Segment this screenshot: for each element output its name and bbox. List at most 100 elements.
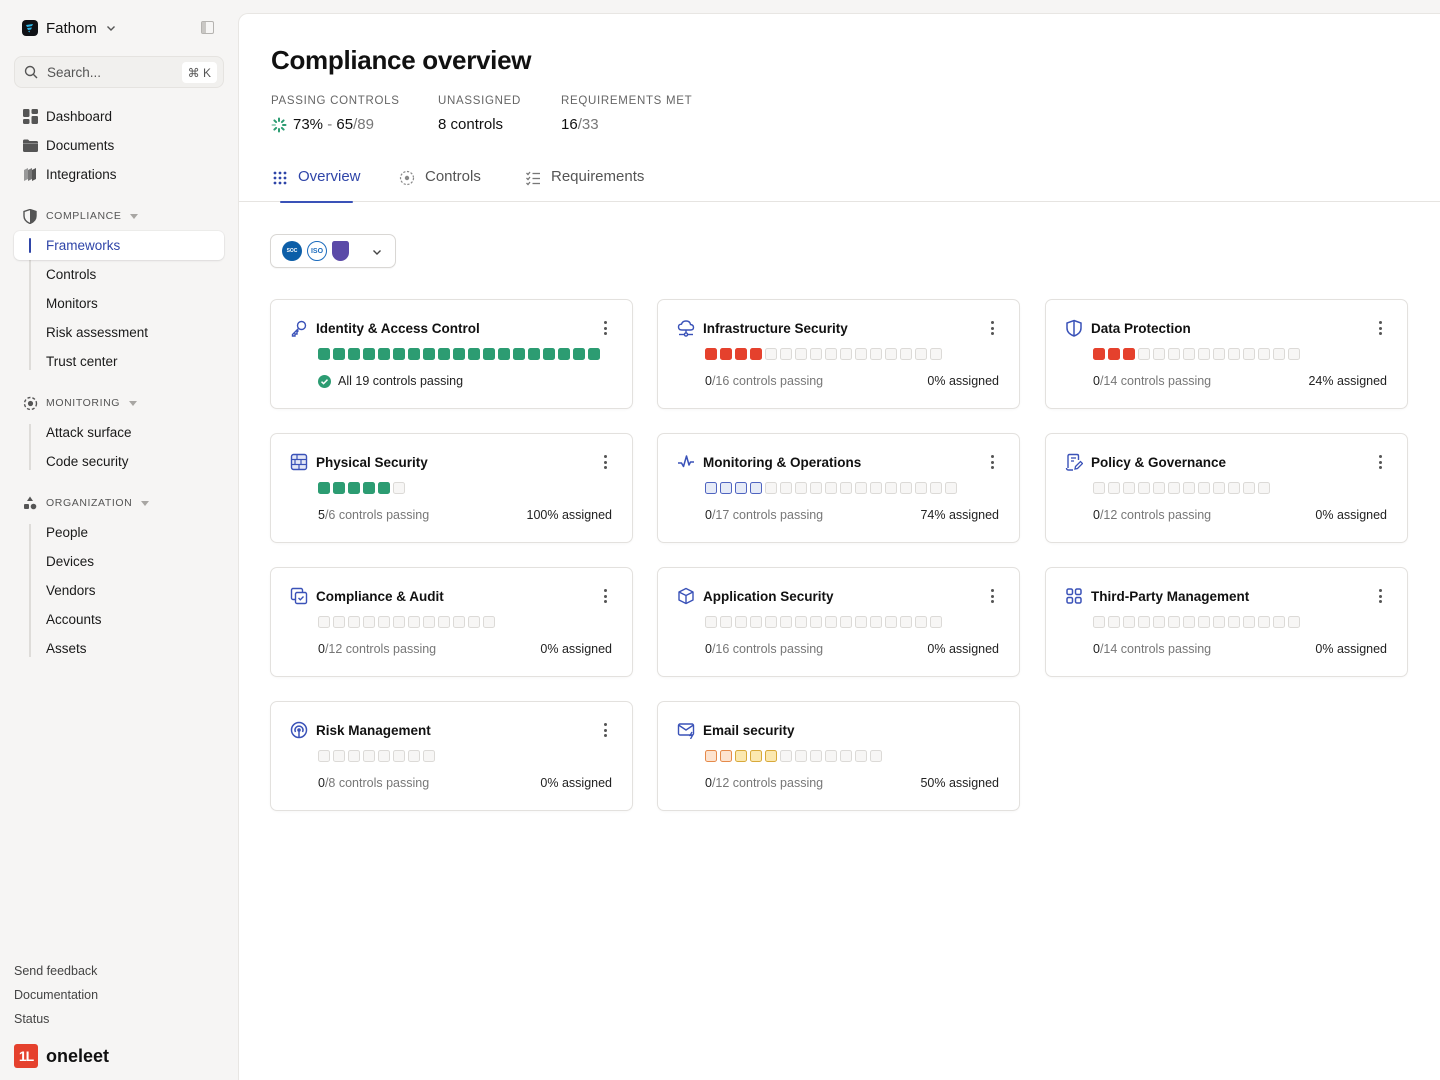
sidebar-item-integrations[interactable]: Integrations — [14, 161, 224, 187]
sidebar-item-people[interactable]: People — [14, 518, 224, 547]
control-segment-empty — [855, 616, 867, 628]
send-feedback-link[interactable]: Send feedback — [14, 964, 97, 978]
framework-card[interactable]: Identity & Access Control All 19 control… — [270, 299, 633, 409]
sidebar-item-label: Documents — [46, 137, 115, 153]
more-options-icon[interactable] — [989, 455, 995, 469]
sidebar-item-monitors[interactable]: Monitors — [14, 289, 224, 318]
more-options-icon[interactable] — [989, 321, 995, 335]
control-segment-empty — [1258, 616, 1270, 628]
assigned-percent: 0% assigned — [1315, 642, 1387, 656]
sidebar-item-documents[interactable]: Documents — [14, 132, 224, 158]
sidebar-item-controls[interactable]: Controls — [14, 260, 224, 289]
framework-card[interactable]: Third-Party Management 0/14 controls pas… — [1045, 567, 1408, 677]
search-input[interactable] — [47, 64, 167, 80]
framework-filter-dropdown[interactable]: SOC ISO — [270, 234, 396, 268]
framework-card[interactable]: Monitoring & Operations 0/17 controls pa… — [657, 433, 1020, 543]
controls-passing: 0/12 controls passing — [318, 642, 436, 656]
assigned-percent: 50% assigned — [920, 776, 999, 790]
sidebar-item-attack-surface[interactable]: Attack surface — [14, 418, 224, 447]
assigned-percent: 24% assigned — [1308, 374, 1387, 388]
assigned-percent: 100% assigned — [526, 508, 612, 522]
framework-card[interactable]: Email security 0/12 controls passing 50%… — [657, 701, 1020, 811]
control-segment-empty — [333, 750, 345, 762]
sidebar-item-vendors[interactable]: Vendors — [14, 576, 224, 605]
brand: 1L oneleet — [14, 1044, 109, 1068]
control-segment-pass — [498, 348, 510, 360]
tab-label: Controls — [425, 168, 481, 185]
control-segment-empty — [780, 348, 792, 360]
passing-total: /12 controls passing — [324, 642, 437, 656]
status-link[interactable]: Status — [14, 1012, 49, 1026]
documentation-link[interactable]: Documentation — [14, 988, 98, 1002]
control-segment-empty — [1198, 616, 1210, 628]
framework-card[interactable]: Infrastructure Security 0/16 controls pa… — [657, 299, 1020, 409]
more-options-icon[interactable] — [602, 723, 608, 737]
section-monitoring[interactable]: MONITORING — [14, 393, 224, 413]
brand-name: oneleet — [46, 1045, 110, 1066]
control-segment-fail — [1108, 348, 1120, 360]
stat-requirements-met: REQUIREMENTS MET 16 /33 — [561, 95, 692, 133]
control-segment-prog — [750, 482, 762, 494]
tab-overview[interactable]: Overview — [272, 168, 361, 203]
sidebar-item-accounts[interactable]: Accounts — [14, 605, 224, 634]
control-segment-empty — [780, 750, 792, 762]
control-segment-empty — [930, 348, 942, 360]
control-segment-empty — [810, 348, 822, 360]
control-segment-empty — [810, 750, 822, 762]
control-segment-empty — [795, 482, 807, 494]
requirements-total: /33 — [577, 116, 599, 133]
sidebar-item-code-security[interactable]: Code security — [14, 447, 224, 476]
control-segment-empty — [870, 348, 882, 360]
control-segment-warnY — [750, 750, 762, 762]
controls-passing: 0/14 controls passing — [1093, 374, 1211, 388]
tab-controls[interactable]: Controls — [399, 168, 481, 202]
framework-card[interactable]: Data Protection 0/14 controls passing 24… — [1045, 299, 1408, 409]
framework-card[interactable]: Compliance & Audit 0/12 controls passing… — [270, 567, 633, 677]
more-options-icon[interactable] — [602, 589, 608, 603]
more-options-icon[interactable] — [1377, 589, 1383, 603]
shield-half-icon — [1066, 319, 1082, 337]
radar-signal-icon — [290, 721, 308, 739]
control-segment-empty — [1243, 482, 1255, 494]
control-segment-empty — [423, 616, 435, 628]
control-segment-empty — [840, 348, 852, 360]
sidebar-item-devices[interactable]: Devices — [14, 547, 224, 576]
sidebar-item-dashboard[interactable]: Dashboard — [14, 103, 224, 129]
card-title: Physical Security — [316, 455, 428, 470]
page-title: Compliance overview — [271, 45, 532, 75]
monitoring-subnav: Attack surface Code security — [14, 418, 224, 476]
sidebar-toggle-icon[interactable] — [201, 21, 214, 34]
section-organization[interactable]: ORGANIZATION — [14, 493, 224, 513]
cloud-network-icon — [677, 320, 695, 337]
control-segment-empty — [1243, 348, 1255, 360]
section-compliance[interactable]: COMPLIANCE — [14, 206, 224, 226]
control-segment-empty — [1288, 616, 1300, 628]
framework-card[interactable]: Policy & Governance 0/12 controls passin… — [1045, 433, 1408, 543]
control-segment-empty — [333, 616, 345, 628]
control-segment-empty — [1153, 616, 1165, 628]
more-options-icon[interactable] — [602, 321, 608, 335]
search-box[interactable]: ⌘ K — [14, 56, 224, 88]
more-options-icon[interactable] — [989, 589, 995, 603]
tab-requirements[interactable]: Requirements — [525, 168, 644, 202]
passing-count: 0 — [705, 508, 712, 522]
control-segment-prog — [735, 482, 747, 494]
control-segment-fail — [705, 348, 717, 360]
sidebar-item-trust-center[interactable]: Trust center — [14, 347, 224, 376]
stat-label: REQUIREMENTS MET — [561, 95, 693, 107]
sidebar-item-assets[interactable]: Assets — [14, 634, 224, 663]
more-options-icon[interactable] — [1377, 321, 1383, 335]
framework-card[interactable]: Risk Management 0/8 controls passing 0% … — [270, 701, 633, 811]
folder-icon — [22, 137, 38, 153]
sidebar-item-risk-assessment[interactable]: Risk assessment — [14, 318, 224, 347]
more-options-icon[interactable] — [602, 455, 608, 469]
control-segment-empty — [1108, 482, 1120, 494]
framework-card[interactable]: Physical Security 5/6 controls passing 1… — [270, 433, 633, 543]
control-segment-empty — [1228, 348, 1240, 360]
passing-total: /14 controls passing — [1099, 642, 1212, 656]
more-options-icon[interactable] — [1377, 455, 1383, 469]
control-segment-empty — [318, 616, 330, 628]
framework-card[interactable]: Application Security 0/16 controls passi… — [657, 567, 1020, 677]
workspace-switcher[interactable]: Fathom — [22, 17, 218, 39]
sidebar-item-frameworks[interactable]: Frameworks — [14, 231, 224, 260]
